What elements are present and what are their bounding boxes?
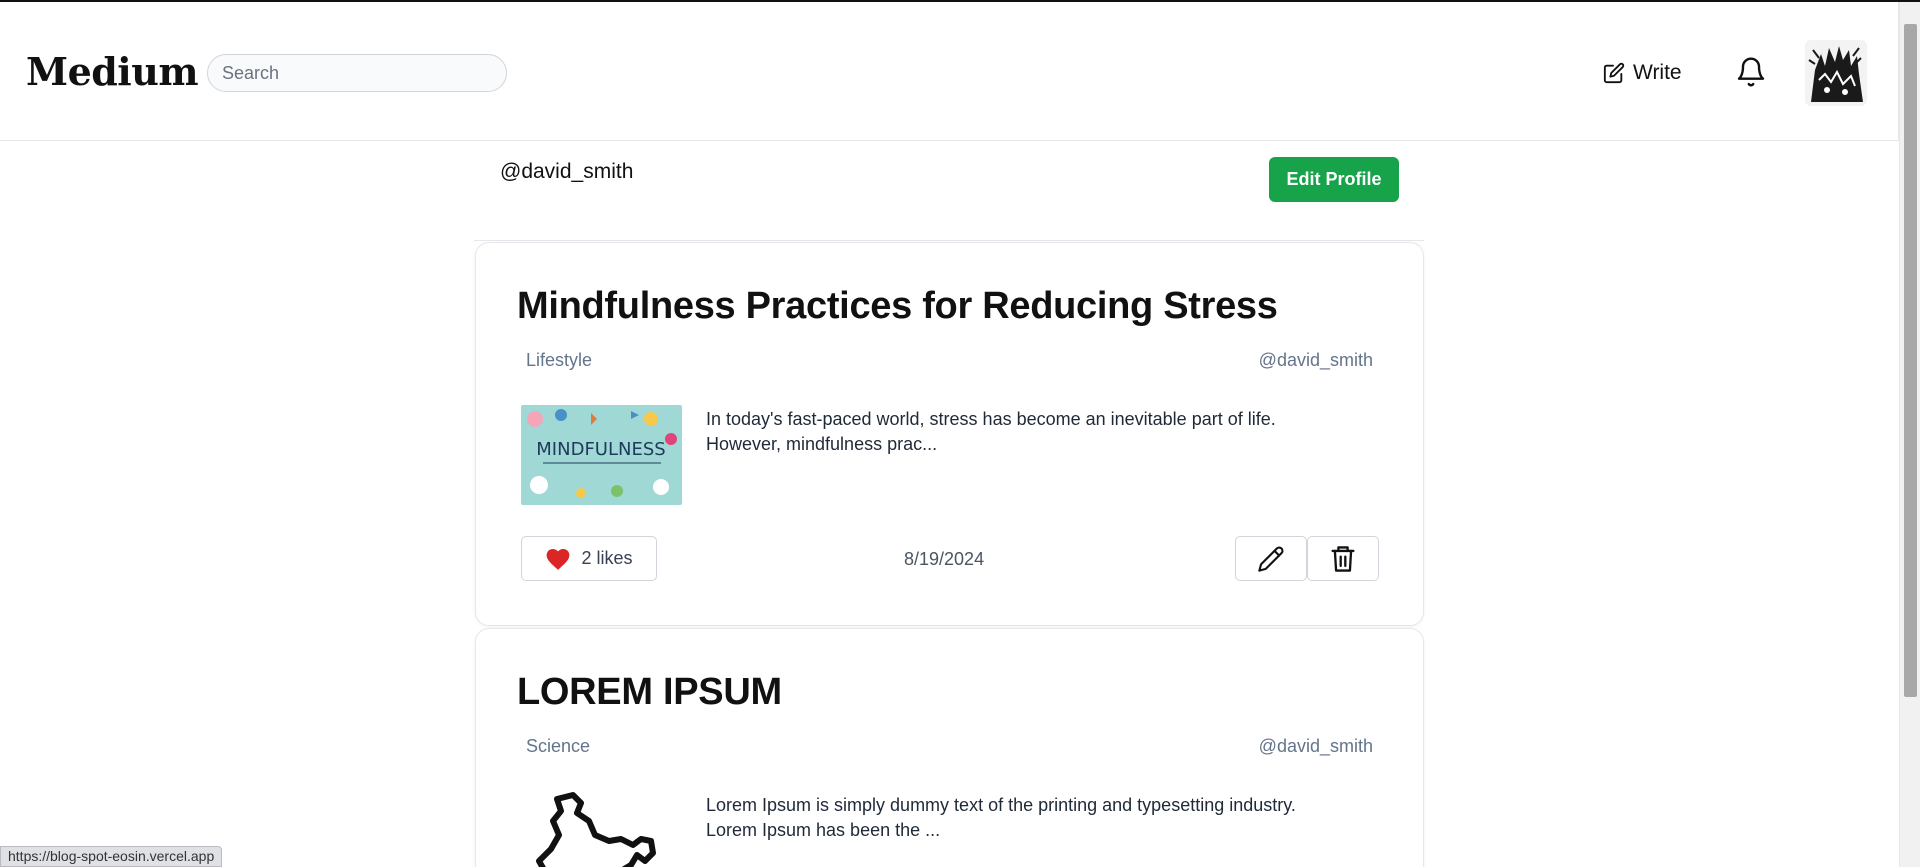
post-title[interactable]: Mindfulness Practices for Reducing Stres… bbox=[517, 285, 1278, 328]
status-bar-url: https://blog-spot-eosin.vercel.app bbox=[0, 846, 223, 867]
post-author: @david_smith bbox=[1258, 350, 1373, 370]
write-button[interactable]: Write bbox=[1603, 58, 1682, 88]
heart-icon bbox=[547, 548, 570, 570]
post-author: @david_smith bbox=[1258, 736, 1373, 756]
write-label: Write bbox=[1633, 61, 1682, 84]
post-date: 8/19/2024 bbox=[904, 549, 985, 569]
post-card[interactable]: Mindfulness Practices for Reducing Stres… bbox=[475, 242, 1424, 626]
like-button[interactable]: 2 likes bbox=[521, 536, 657, 581]
app-header: Medium Write bbox=[0, 2, 1899, 141]
post-category: Lifestyle bbox=[526, 350, 593, 370]
post-excerpt: Lorem Ipsum is simply dummy text of the … bbox=[706, 795, 1296, 840]
avatar[interactable] bbox=[1805, 40, 1867, 106]
edit-profile-button[interactable]: Edit Profile bbox=[1269, 157, 1399, 202]
edit-square-icon bbox=[1603, 62, 1625, 84]
post-title[interactable]: LOREM IPSUM bbox=[517, 671, 782, 714]
bell-icon[interactable] bbox=[1735, 55, 1767, 89]
trash-icon bbox=[1331, 545, 1355, 572]
pencil-icon bbox=[1258, 546, 1284, 572]
like-count: 2 likes bbox=[581, 548, 633, 568]
divider bbox=[474, 240, 1424, 241]
profile-username: @david_smith bbox=[500, 160, 634, 183]
post-excerpt: In today's fast-paced world, stress has … bbox=[706, 409, 1276, 454]
search-input[interactable] bbox=[207, 54, 507, 92]
post-thumbnail: MINDFULNESS bbox=[521, 405, 682, 505]
post-card[interactable]: LOREM IPSUM Science @david_smith Lorem I… bbox=[475, 628, 1424, 867]
post-category: Science bbox=[526, 736, 591, 756]
avatar-image bbox=[1805, 40, 1867, 106]
medium-logo[interactable]: Medium bbox=[26, 49, 199, 94]
thumbnail-text: MINDFULNESS bbox=[536, 439, 665, 460]
delete-post-button[interactable] bbox=[1307, 536, 1379, 581]
scrollbar-thumb[interactable] bbox=[1904, 24, 1917, 697]
vertical-scrollbar[interactable] bbox=[1899, 2, 1920, 867]
post-thumbnail bbox=[521, 791, 682, 867]
edit-post-button[interactable] bbox=[1235, 536, 1307, 581]
